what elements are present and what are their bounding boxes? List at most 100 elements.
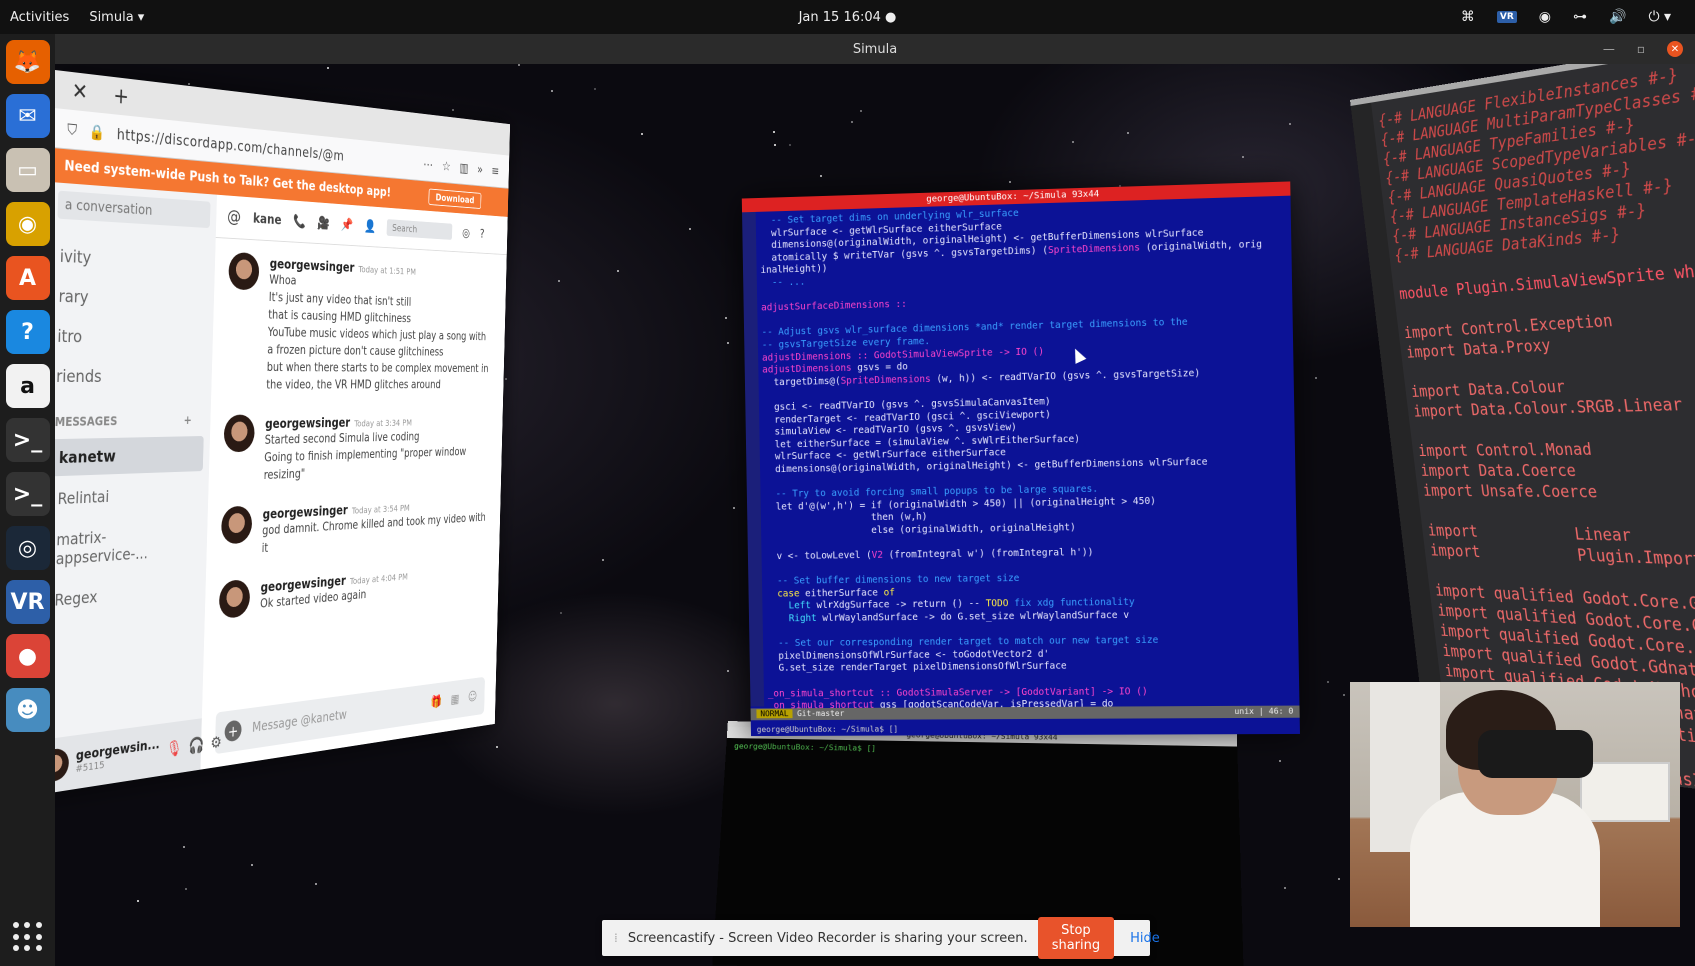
shield-icon[interactable]: ⛉ <box>67 120 77 139</box>
git-branch: Git-master <box>797 708 845 719</box>
dm-item-matrix-appservice-[interactable]: matrix-appservice-... <box>46 514 201 578</box>
star <box>617 270 620 273</box>
vr-headset-icon[interactable]: ⌘ <box>1461 9 1475 25</box>
add-dm-icon[interactable]: + <box>183 413 191 426</box>
star <box>183 846 186 849</box>
star <box>732 506 735 509</box>
power-icon[interactable]: ⏻ ▾ <box>1648 9 1671 25</box>
gift-icon[interactable]: 🎁 <box>430 694 442 709</box>
bookmark-star-icon[interactable]: ☆ <box>442 158 451 174</box>
video-call-icon[interactable]: 🎥 <box>317 215 330 230</box>
add-friend-icon[interactable]: 👤 <box>364 219 376 234</box>
dock-amazon-icon[interactable]: a <box>5 364 50 408</box>
dm-item-relintai[interactable]: Relintai <box>48 475 202 518</box>
maximize-icon[interactable]: ▫ <box>1637 42 1645 56</box>
avatar[interactable] <box>220 505 253 545</box>
sidebar-nav-item[interactable]: ivity <box>56 237 210 283</box>
star <box>1289 123 1292 126</box>
sidebar-nav-item[interactable]: rary <box>54 277 208 321</box>
emoji-icon[interactable]: ☺ <box>468 690 477 705</box>
dm-item-kanetw[interactable]: kanetw <box>49 435 204 477</box>
webcam-overlay <box>1350 682 1680 927</box>
dock-terminal-icon[interactable]: >_ <box>5 418 50 462</box>
mute-icon[interactable]: 🎙 <box>166 738 183 759</box>
dock-terminal-2-icon[interactable]: >_ <box>5 472 50 516</box>
dock-steam-icon[interactable]: ◎ <box>5 526 50 570</box>
dm-item-regex[interactable]: Regex <box>45 571 200 620</box>
dock-files-icon[interactable]: ▭ <box>5 148 50 192</box>
dock-rhythmbox-icon[interactable]: ◉ <box>5 202 50 246</box>
avatar[interactable] <box>218 578 251 620</box>
vim-terminal-window[interactable]: george@UbuntuBox: ~/Simula 93x44 -- Set … <box>741 181 1300 737</box>
settings-gear-icon[interactable]: ⚙ <box>210 732 222 752</box>
star <box>772 131 775 134</box>
library-icon[interactable]: ▥ <box>459 159 468 175</box>
cursor-position: unix | 46: 0 <box>1234 706 1294 716</box>
app-menu-button[interactable]: Simula ▾ <box>79 10 154 25</box>
star <box>184 888 187 891</box>
avatar[interactable] <box>228 251 260 291</box>
star <box>550 90 553 93</box>
vim-cmdline[interactable]: george@UbuntuBox: ~/Simula$ [] <box>757 725 899 735</box>
dock-firefox-icon[interactable]: 🦊 <box>5 40 50 84</box>
chat-search-input[interactable]: Search <box>386 219 453 240</box>
show-applications-icon[interactable] <box>12 922 43 952</box>
message-list: georgewsinger Today at 1:51 PM Whoa It's ju… <box>202 238 507 715</box>
simula-window-titlebar[interactable]: Simula — ▫ ✕ <box>55 34 1695 64</box>
dock-simula-vr-icon[interactable]: VR <box>5 580 50 624</box>
new-tab-icon[interactable]: + <box>113 83 129 109</box>
pin-icon[interactable]: 📌 <box>341 217 354 232</box>
discord-body: a conversation ivity rary itro riends MESSA… <box>32 182 508 796</box>
network-icon[interactable]: ⊶ <box>1573 9 1587 25</box>
activities-button[interactable]: Activities <box>0 10 79 25</box>
code-line: import Data.Coerce <box>1419 460 1577 481</box>
star <box>789 144 792 147</box>
star <box>727 342 730 345</box>
star <box>327 66 330 69</box>
discord-browser-window[interactable]: ✕ + ⛉ 🔒 https://discordapp.com/channels/… <box>32 70 511 796</box>
dock-godot-icon[interactable]: ☻ <box>5 688 50 732</box>
webcam-cabinet <box>1580 762 1670 822</box>
dock-chrome-icon[interactable]: ● <box>5 634 50 678</box>
hamburger-menu-icon[interactable]: ≡ <box>491 163 499 179</box>
star <box>517 64 520 67</box>
close-icon[interactable]: ✕ <box>1667 41 1683 57</box>
star <box>558 279 561 282</box>
avatar[interactable] <box>223 414 256 453</box>
simula-vr-tray-icon[interactable]: VR <box>1496 11 1517 23</box>
star <box>819 175 822 178</box>
volume-icon[interactable]: 🔊 <box>1609 9 1626 25</box>
find-conversation-input[interactable]: a conversation <box>57 190 211 229</box>
overflow-icon[interactable]: » <box>477 161 483 177</box>
drag-handle-icon[interactable]: ⁞ <box>614 931 618 945</box>
headphones-icon[interactable]: 🎧 <box>188 734 204 754</box>
minimize-icon[interactable]: — <box>1603 42 1615 56</box>
star <box>251 864 254 867</box>
gif-icon[interactable]: ▦ <box>451 692 460 707</box>
hide-button[interactable]: Hide <box>1124 931 1166 946</box>
code-buffer[interactable]: -- Set target dims on underlying wlr_sur… <box>760 200 1294 713</box>
more-icon[interactable]: ⋯ <box>423 156 433 172</box>
star <box>314 883 317 886</box>
sidebar-nav-item[interactable]: riends <box>52 357 206 397</box>
star <box>1326 680 1329 683</box>
stop-sharing-button[interactable]: Stop sharing <box>1037 917 1115 959</box>
dock-software-icon[interactable]: A <box>5 256 50 300</box>
sidebar-nav-item[interactable]: itro <box>53 317 207 359</box>
close-tab-icon[interactable]: ✕ <box>72 79 89 106</box>
sharing-message: Screencastify - Screen Video Recorder is… <box>627 930 1028 946</box>
code-line: import Control.Monad <box>1417 439 1593 461</box>
message-group: georgewsinger Today at 1:51 PM Whoa It's ju… <box>225 251 495 394</box>
help-icon[interactable]: ? <box>480 227 485 241</box>
nav-list: ivity rary itro riends <box>52 237 209 397</box>
dock-help-icon[interactable]: ? <box>5 310 50 354</box>
voice-call-icon[interactable]: 📞 <box>293 214 306 229</box>
download-button[interactable]: Download <box>428 188 482 209</box>
mention-icon[interactable]: ◎ <box>462 226 470 240</box>
star <box>726 670 729 673</box>
clock-button[interactable]: Jan 15 16:04 ● <box>799 10 897 25</box>
upload-plus-icon[interactable]: + <box>224 719 242 743</box>
steam-tray-icon[interactable]: ◉ <box>1539 9 1551 25</box>
dock-thunderbird-icon[interactable]: ✉ <box>5 94 50 138</box>
star <box>593 88 596 91</box>
